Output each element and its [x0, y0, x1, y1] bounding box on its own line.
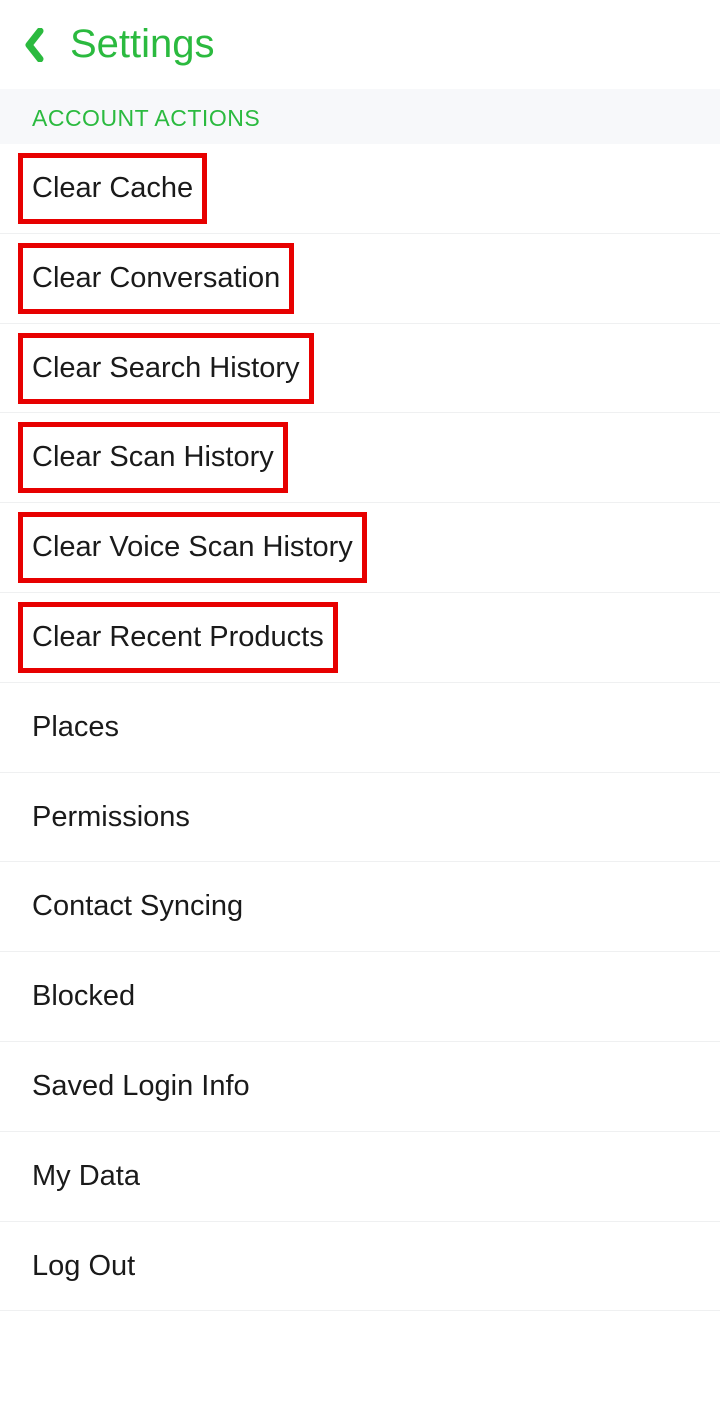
list-item-clear-conversation[interactable]: Clear Conversation — [0, 234, 720, 324]
list-item-clear-search-history[interactable]: Clear Search History — [0, 324, 720, 414]
list-item-label: Clear Recent Products — [32, 620, 324, 655]
list-item-clear-voice-scan-history[interactable]: Clear Voice Scan History — [0, 503, 720, 593]
list-item-blocked[interactable]: Blocked — [0, 952, 720, 1042]
section-header-account-actions: ACCOUNT ACTIONS — [0, 89, 720, 144]
list-item-label: Places — [32, 710, 119, 745]
list-item-label: Clear Voice Scan History — [32, 530, 353, 565]
list-item-clear-recent-products[interactable]: Clear Recent Products — [0, 593, 720, 683]
list-item-log-out[interactable]: Log Out — [0, 1222, 720, 1312]
header: Settings — [0, 0, 720, 89]
list-item-label: Clear Conversation — [32, 261, 280, 296]
list-item-contact-syncing[interactable]: Contact Syncing — [0, 862, 720, 952]
list-item-label: Clear Search History — [32, 351, 300, 386]
list-item-label: Contact Syncing — [32, 889, 243, 924]
settings-list: Clear Cache Clear Conversation Clear Sea… — [0, 144, 720, 1311]
list-item-label: Permissions — [32, 800, 190, 835]
list-item-clear-scan-history[interactable]: Clear Scan History — [0, 413, 720, 503]
list-item-places[interactable]: Places — [0, 683, 720, 773]
list-item-label: Clear Cache — [32, 171, 193, 206]
list-item-label: Saved Login Info — [32, 1069, 250, 1104]
list-item-label: Clear Scan History — [32, 440, 274, 475]
list-item-label: Log Out — [32, 1249, 135, 1284]
list-item-clear-cache[interactable]: Clear Cache — [0, 144, 720, 234]
back-button[interactable] — [24, 28, 46, 62]
list-item-my-data[interactable]: My Data — [0, 1132, 720, 1222]
page-title: Settings — [70, 22, 215, 67]
list-item-label: Blocked — [32, 979, 135, 1014]
list-item-permissions[interactable]: Permissions — [0, 773, 720, 863]
chevron-left-icon — [24, 28, 46, 62]
list-item-label: My Data — [32, 1159, 140, 1194]
list-item-saved-login-info[interactable]: Saved Login Info — [0, 1042, 720, 1132]
